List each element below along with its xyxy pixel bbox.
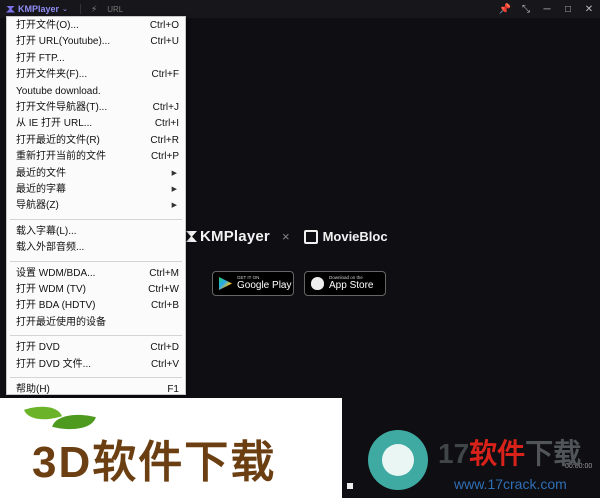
kmplayer-brand: KMPlayer	[186, 228, 270, 245]
menu-separator	[10, 218, 182, 220]
menu-item-label: 打开 WDM (TV)	[16, 284, 86, 295]
moviebloc-brand-text: MovieBloc	[322, 229, 388, 244]
menu-item-label: 重新打开当前的文件	[16, 151, 106, 163]
menu-item[interactable]: 设置 WDM/BDA... Ctrl+M	[16, 267, 179, 281]
bolt-icon[interactable]: ⚡	[91, 4, 97, 15]
menu-item-label: 打开最近的文件(R)	[16, 134, 100, 146]
google-play-icon	[219, 277, 232, 290]
menu-item-shortcut: Ctrl+D	[150, 342, 179, 354]
menu-item[interactable]: 打开文件导航器(T)... Ctrl+J	[16, 101, 179, 115]
store-buttons: GET IT ON Google Play Download on the Ap…	[212, 271, 386, 296]
menu-item-shortcut: Ctrl+J	[152, 102, 179, 113]
menu-item[interactable]: 打开 DVD 文件... Ctrl+V	[16, 358, 179, 372]
menu-item-label: 帮助(H)	[16, 384, 50, 395]
menu-item-shortcut: Ctrl+B	[150, 300, 179, 312]
pin-icon[interactable]: 📌	[498, 2, 512, 16]
menu-separator	[10, 260, 182, 262]
menu-item-label: 打开 DVD	[16, 342, 60, 354]
menu-item-shortcut: Ctrl+P	[150, 151, 179, 163]
menu-item-label: 最近的文件	[16, 167, 66, 179]
menu-item[interactable]: 重新打开当前的文件 Ctrl+P	[16, 150, 179, 164]
menu-item-label: 载入字幕(L)...	[16, 225, 77, 237]
app-title: KMPlayer	[18, 4, 60, 14]
menu-item[interactable]: 打开文件夹(F)... Ctrl+F	[16, 68, 179, 82]
menu-item-label: 导航器(Z)	[16, 200, 59, 212]
app-store-big-text: App Store	[329, 279, 374, 291]
menu-item-label: 从 IE 打开 URL...	[16, 118, 93, 130]
menu-item-label: 打开 URL(Youtube)...	[16, 36, 111, 48]
moviebloc-brand: MovieBloc	[303, 229, 388, 244]
moviebloc-logo-icon	[303, 229, 318, 244]
menu-item[interactable]: 最近的文件 ▶	[16, 167, 179, 181]
chevron-right-icon: ▶	[171, 186, 177, 193]
menu-item-shortcut: F1	[167, 384, 179, 395]
menu-item-shortcut: Ctrl+I	[154, 118, 179, 130]
watermark-red-text: 软件	[469, 438, 526, 469]
menu-item-label: 打开最近使用的设备	[16, 316, 106, 328]
menu-item-label: 打开文件导航器(T)...	[16, 102, 108, 113]
menu-item-label: 打开 BDA (HDTV)	[16, 300, 96, 312]
menu-item-shortcut: Ctrl+M	[149, 267, 179, 279]
stop-icon[interactable]	[347, 483, 353, 489]
dragon-logo-icon	[368, 430, 428, 490]
menu-item[interactable]: 打开 WDM (TV) Ctrl+W	[16, 283, 179, 297]
times-icon: ×	[281, 229, 290, 244]
menu-item-label: 打开文件夹(F)...	[16, 69, 88, 81]
window-controls: 📌 ⤡ ─ □ ✕	[498, 2, 596, 16]
menu-separator	[10, 377, 182, 378]
menu-item-label: 打开 DVD 文件...	[16, 358, 92, 370]
watermark-grey-text: 下载	[525, 438, 582, 469]
kmplayer-brand-text: KMPlayer	[200, 228, 270, 245]
menu-item[interactable]: 打开最近使用的设备	[16, 316, 179, 330]
chevron-right-icon: ▶	[171, 169, 177, 177]
menu-item-label: 最近的字幕	[16, 184, 66, 195]
menu-item-label: 打开文件(O)...	[16, 20, 79, 31]
menu-item[interactable]: 从 IE 打开 URL... Ctrl+I	[16, 117, 179, 131]
splash-brands: KMPlayer × MovieBloc	[186, 228, 388, 245]
menu-item-shortcut: Ctrl+U	[150, 36, 179, 48]
menu-item-shortcut: Ctrl+F	[151, 69, 180, 81]
menu-item[interactable]: 载入外部音频...	[16, 241, 179, 255]
menu-item[interactable]: 最近的字幕 ▶	[16, 183, 179, 197]
google-play-big-text: Google Play	[237, 279, 292, 291]
menu-item-label: Youtube download.	[16, 85, 101, 97]
url-button[interactable]: URL	[107, 5, 123, 14]
menu-item-shortcut: Ctrl+R	[150, 134, 179, 146]
kmplayer-logo-icon	[186, 231, 197, 242]
menu-item[interactable]: 打开 URL(Youtube)... Ctrl+U	[16, 35, 179, 49]
watermark-right: 17软件下载 www.17crack.com	[366, 428, 600, 498]
chevron-right-icon: ▶	[171, 202, 177, 210]
apple-icon	[311, 277, 324, 290]
menu-separator	[10, 335, 182, 337]
menu-item[interactable]: 帮助(H) F1	[16, 383, 179, 397]
shrink-icon[interactable]: ⤡	[519, 2, 533, 16]
menu-item-label: 打开 FTP...	[16, 52, 65, 64]
kmplayer-logo-icon	[6, 5, 15, 13]
menu-item[interactable]: 载入字幕(L)...	[16, 225, 179, 239]
menu-item[interactable]: 导航器(Z) ▶	[16, 199, 179, 213]
chevron-down-icon: ⌄	[62, 6, 68, 13]
menu-item-shortcut: Ctrl+O	[149, 20, 179, 31]
kmplayer-menu-button[interactable]: KMPlayer ⌄	[6, 4, 68, 14]
maximize-icon[interactable]: □	[561, 2, 575, 16]
watermark-num: 17	[438, 438, 470, 469]
menu-item[interactable]: 打开 BDA (HDTV) Ctrl+B	[16, 299, 179, 313]
watermark-left-text: 3D软件下载	[32, 438, 277, 487]
open-context-menu: 打开文件(O)... Ctrl+O 打开 URL(Youtube)... Ctrl+U…	[6, 16, 186, 395]
app-store-button[interactable]: Download on the App Store	[304, 271, 386, 296]
menu-item[interactable]: 打开 FTP...	[16, 52, 179, 66]
menu-item[interactable]: 打开 DVD Ctrl+D	[16, 341, 179, 355]
titlebar-divider	[79, 4, 81, 14]
menu-item[interactable]: 打开最近的文件(R) Ctrl+R	[16, 134, 179, 148]
close-icon[interactable]: ✕	[582, 2, 596, 16]
google-play-button[interactable]: GET IT ON Google Play	[212, 271, 294, 296]
menu-item[interactable]: Youtube download.	[16, 85, 179, 99]
menu-item-label: 载入外部音频...	[16, 242, 85, 254]
menu-item[interactable]: 打开文件(O)... Ctrl+O	[16, 19, 179, 33]
menu-item-shortcut: Ctrl+W	[148, 284, 179, 295]
watermark-url: www.17crack.com	[454, 476, 567, 492]
minimize-icon[interactable]: ─	[540, 2, 554, 16]
menu-item-label: 设置 WDM/BDA...	[16, 267, 96, 279]
menu-item-shortcut: Ctrl+V	[150, 358, 179, 370]
